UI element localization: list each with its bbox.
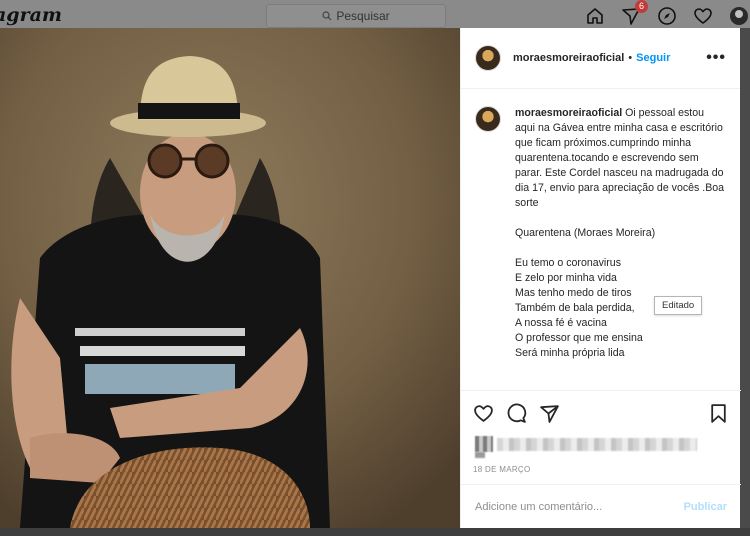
profile-avatar-icon[interactable] [728,5,750,27]
comments-area[interactable]: moraesmoreiraoficial Oi pessoal estou aq… [461,90,741,390]
comment-input[interactable]: Adicione um comentário... [475,501,602,513]
post-photo [0,28,460,528]
blurred-detail [475,452,485,458]
blurred-liker-avatar [475,436,493,452]
caption: moraesmoreiraoficial Oi pessoal estou aq… [475,106,727,361]
instagram-logo[interactable]: agram [0,4,62,26]
publish-button[interactable]: Publicar [684,501,727,513]
add-comment-bar: Adicione um comentário... Publicar [461,484,741,528]
search-placeholder: Pesquisar [336,9,390,23]
caption-subtitle: Quarentena (Moraes Moreira) [515,227,656,239]
portrait-image [0,28,460,528]
blurred-likes-text [497,438,697,451]
share-icon[interactable] [539,403,560,424]
author-username[interactable]: moraesmoreiraoficial [513,52,624,64]
post-date[interactable]: 18 DE MARÇO [473,465,729,474]
background-page-edge [740,28,750,536]
like-heart-icon[interactable] [473,403,494,424]
caption-text: moraesmoreiraoficial Oi pessoal estou aq… [515,106,725,361]
action-icons [473,400,729,426]
post-header: moraesmoreiraoficial • Seguir ••• [461,28,740,89]
comment-icon[interactable] [506,403,527,424]
bookmark-icon[interactable] [708,403,729,424]
header-separator: • [628,52,633,64]
activity-badge: 6 [634,0,648,13]
search-box[interactable]: Pesquisar [266,4,446,28]
author-avatar[interactable] [475,45,501,71]
post-actions: 18 DE MARÇO [461,390,741,474]
nav-icons: 6 [584,0,750,27]
caption-body: Oi pessoal estou aqui na Gávea entre min… [515,107,728,209]
likes-summary-blurred [473,434,729,458]
search-icon [322,11,332,21]
activity-icon[interactable]: 6 [620,0,648,27]
home-icon[interactable] [584,5,606,27]
instagram-post-modal: agram Pesquisar 6 moraesmoreiraoficial •… [0,0,750,536]
heart-icon[interactable] [692,5,714,27]
top-nav: agram Pesquisar 6 [0,0,750,30]
caption-avatar[interactable] [475,106,501,132]
more-icon[interactable]: ••• [706,49,726,67]
edited-tooltip: Editado [654,296,703,315]
explore-icon[interactable] [656,5,678,27]
background-page-thumbnails [0,528,750,536]
follow-button[interactable]: Seguir [636,52,670,64]
caption-username[interactable]: moraesmoreiraoficial [515,107,622,119]
post-side-panel: moraesmoreiraoficial • Seguir ••• moraes… [460,28,741,528]
